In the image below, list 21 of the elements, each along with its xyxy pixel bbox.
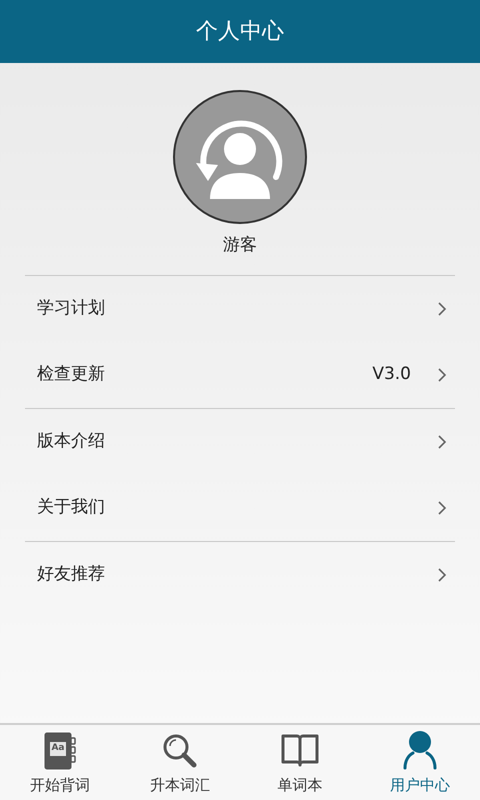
page-title: 个人中心	[196, 18, 284, 46]
avatar-icon[interactable]	[172, 89, 308, 225]
chevron-right-icon	[437, 366, 447, 382]
book-icon	[280, 732, 320, 770]
user-icon	[401, 730, 439, 770]
search-icon	[161, 732, 199, 770]
version-text: V3.0	[372, 362, 411, 386]
chevron-right-icon	[437, 566, 447, 582]
menu-item[interactable]: 检查更新 V3.0	[25, 342, 455, 408]
menu-item[interactable]: 好友推荐	[25, 542, 455, 608]
tab[interactable]: 用户中心	[360, 725, 480, 800]
tab[interactable]: 升本词汇	[120, 725, 240, 800]
menu-item[interactable]: 关于我们	[25, 474, 455, 540]
menu-item[interactable]: 学习计划	[25, 276, 455, 342]
tab[interactable]: 单词本	[240, 725, 360, 800]
chevron-right-icon	[437, 300, 447, 316]
menu-item[interactable]: 版本介绍	[25, 408, 455, 474]
user-name: 游客	[223, 234, 257, 257]
chevron-right-icon	[437, 500, 447, 516]
chevron-right-icon	[437, 434, 447, 450]
tab[interactable]: Aa 开始背词	[0, 725, 120, 800]
